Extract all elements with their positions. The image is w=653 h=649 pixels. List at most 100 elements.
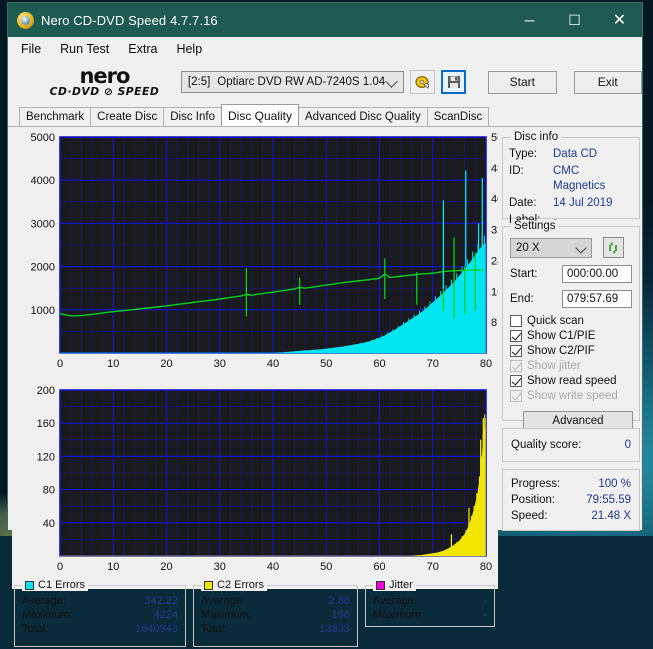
c2-errors-stats: C2 Errors Average: 2.88 Maximum: 166 Tot… [193, 579, 358, 647]
show-read-speed-checkbox-icon [510, 375, 522, 387]
quick-scan-label: Quick scan [527, 315, 584, 327]
speed-select-dropdown[interactable]: 20 X [510, 237, 592, 258]
disc-date-value: 14 Jul 2019 [553, 197, 613, 209]
c1-average-value: 342.22 [144, 595, 178, 607]
jitter-color-swatch [376, 580, 385, 590]
chevron-down-icon [385, 75, 399, 88]
checkbox-show-write-speed: Show write speed [510, 390, 633, 402]
svg-text:50: 50 [320, 358, 332, 370]
jitter-maximum-row: Maximum: - [373, 608, 487, 622]
svg-text:40: 40 [267, 561, 279, 573]
show-c1-pie-checkbox-icon [510, 330, 522, 342]
svg-text:20: 20 [160, 561, 172, 573]
c1-chart-svg: 0 10 20 30 40 50 60 70 80 1000 2000 3000 4000 5000 8 16… [31, 132, 504, 370]
svg-text:30: 30 [214, 561, 226, 573]
checkbox-show-c1-pie[interactable]: Show C1/PIE [510, 330, 633, 342]
tab-strip: Benchmark Create Disc Disc Info Disc Qua… [8, 104, 642, 126]
disc-id-label: ID: [509, 165, 524, 177]
c1-maximum-row: Maximum: 4224 [22, 608, 178, 622]
c1-color-swatch [25, 580, 34, 590]
menu-run-test[interactable]: Run Test [56, 40, 118, 58]
minimize-button[interactable]: ─ [507, 4, 552, 36]
tab-disc-quality[interactable]: Disc Quality [221, 104, 300, 126]
checkbox-show-c2-pif[interactable]: Show C2/PIF [510, 345, 633, 357]
save-results-button[interactable] [441, 70, 467, 94]
svg-text:70: 70 [427, 561, 439, 573]
svg-text:40: 40 [43, 518, 55, 530]
tab-scandisc[interactable]: ScanDisc [426, 107, 490, 126]
tab-benchmark[interactable]: Benchmark [19, 107, 92, 126]
tab-advanced-disc-quality[interactable]: Advanced Disc Quality [298, 107, 428, 126]
tab-create-disc[interactable]: Create Disc [90, 107, 165, 126]
progress-label: Progress: [511, 478, 561, 490]
charts-area: 0102030405060708010002000300040005000816… [12, 129, 504, 589]
maximize-button[interactable]: ☐ [552, 4, 597, 36]
svg-text:160: 160 [37, 418, 55, 430]
drive-name-label: Optiarc DVD RW AD-7240S 1.04 [217, 76, 386, 88]
speed-value-label: 20 X [516, 241, 540, 254]
show-c2-pif-label: Show C2/PIF [527, 345, 595, 357]
tab-disc-info[interactable]: Disc Info [163, 107, 222, 126]
disc-quality-panel: 0102030405060708010002000300040005000816… [8, 126, 642, 647]
svg-text:24: 24 [491, 255, 498, 267]
chevron-down-icon [575, 241, 587, 254]
c2-average-label: Average: [201, 595, 245, 607]
svg-text:16: 16 [491, 286, 498, 298]
disc-date-row: Date: 14 Jul 2019 [509, 196, 633, 211]
jitter-average-label: Average: [373, 595, 417, 607]
c1-errors-stats: C1 Errors Average: 342.22 Maximum: 4224 … [14, 579, 186, 647]
show-write-speed-checkbox-icon [510, 390, 522, 402]
jitter-maximum-value: - [483, 609, 487, 621]
c1-total-row: Total: 1640943 [22, 622, 178, 636]
jitter-average-value: - [483, 595, 487, 607]
speed-label: Speed: [511, 510, 548, 522]
speed-row: Speed: 21.48 X [511, 509, 631, 524]
start-button[interactable]: Start [488, 70, 557, 94]
drive-select-dropdown[interactable]: [2:5] Optiarc DVD RW AD-7240S 1.04 [180, 71, 405, 93]
c1-total-value: 1640943 [135, 623, 178, 635]
quick-scan-checkbox-icon [510, 315, 522, 327]
svg-text:2000: 2000 [31, 262, 55, 274]
exit-button[interactable]: Exit [573, 70, 642, 94]
show-write-speed-label: Show write speed [527, 390, 618, 402]
show-c2-pif-checkbox-icon [510, 345, 522, 357]
nero-logo: nero CD·DVD ⊘ SPEED [38, 65, 171, 98]
position-value: 79:55.59 [586, 494, 631, 506]
c2-chart-svg: 0 10 20 30 40 50 60 70 80 40 80 120 160 200 [37, 385, 492, 573]
svg-text:120: 120 [37, 451, 55, 463]
position-label: Position: [511, 494, 556, 506]
c1-errors-chart: 0 10 20 30 40 50 60 70 80 1000 2000 3000 4000 5000 8 16… [12, 129, 504, 384]
c1-stats-title: C1 Errors [22, 579, 89, 591]
menu-extra[interactable]: Extra [124, 40, 166, 58]
close-button[interactable]: ✕ [597, 4, 642, 36]
disc-date-label: Date: [509, 197, 537, 209]
c2-stats-title-label: C2 Errors [217, 579, 265, 591]
disc-id-value: CMC Magnetics [553, 165, 606, 192]
checkbox-show-read-speed[interactable]: Show read speed [510, 375, 633, 387]
progress-group: Progress: 100 % Position: 79:55.59 Speed… [502, 469, 640, 531]
jitter-maximum-label: Maximum: [373, 609, 424, 621]
svg-text:5000: 5000 [31, 132, 55, 144]
speed-value: 21.48 X [591, 510, 631, 522]
drive-index-label: [2:5] [187, 76, 211, 88]
menu-file[interactable]: File [17, 40, 50, 58]
svg-text:10: 10 [107, 561, 119, 573]
refresh-button[interactable] [603, 237, 624, 258]
checkbox-quick-scan[interactable]: Quick scan [510, 315, 633, 327]
menu-help[interactable]: Help [172, 40, 211, 58]
disc-info-group: Disc info Type: Data CD ID: CMC Magnetic… [502, 131, 640, 226]
c1-average-label: Average: [22, 595, 66, 607]
settings-group: Settings 20 X Start: 000:00.00 End: 079:… [502, 220, 640, 431]
svg-text:20: 20 [160, 358, 172, 370]
progress-row: Progress: 100 % [511, 477, 631, 492]
end-input[interactable]: 079:57.69 [562, 290, 632, 308]
show-c1-pie-label: Show C1/PIE [527, 330, 596, 342]
start-input[interactable]: 000:00.00 [562, 265, 632, 283]
disc-info-title: Disc info [511, 131, 562, 143]
show-jitter-checkbox-icon [510, 360, 522, 372]
svg-text:40: 40 [267, 358, 279, 370]
svg-text:80: 80 [43, 485, 55, 497]
disc-type-row: Type: Data CD [509, 147, 633, 162]
eject-disc-button[interactable] [410, 70, 436, 94]
disc-type-value: Data CD [553, 148, 598, 160]
